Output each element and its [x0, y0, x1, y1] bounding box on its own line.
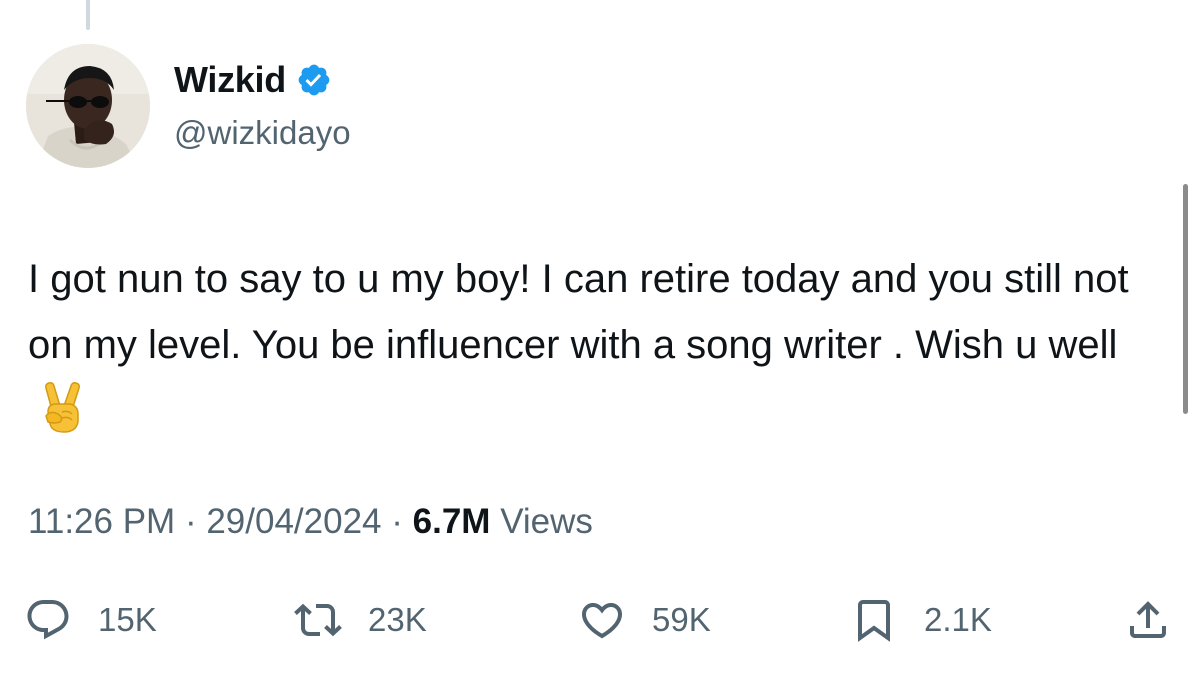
views-count[interactable]: 6.7M: [413, 502, 491, 541]
scrollbar[interactable]: [1183, 184, 1188, 414]
tweet-date[interactable]: 29/04/2024: [206, 502, 381, 541]
verified-badge-icon: [296, 62, 332, 98]
like-button[interactable]: 59K: [578, 592, 711, 648]
bookmark-icon: [858, 600, 890, 642]
share-icon: [1130, 601, 1166, 638]
tweet-text-content: I got nun to say to u my boy! I can reti…: [28, 257, 1129, 367]
reply-button[interactable]: 15K: [24, 592, 157, 648]
retweet-icon: [294, 603, 342, 637]
like-count: 59K: [652, 601, 711, 638]
bookmark-button[interactable]: 2.1K: [850, 592, 992, 648]
victory-hand-emoji-icon: [38, 382, 86, 434]
like-icon: [581, 603, 623, 639]
author-display-name[interactable]: Wizkid: [174, 59, 286, 101]
reply-count: 15K: [98, 601, 157, 638]
author-name-row: Wizkid: [174, 59, 351, 101]
tweet-text: I got nun to say to u my boy! I can reti…: [28, 246, 1168, 444]
tweet-time[interactable]: 11:26 PM: [28, 502, 175, 541]
retweet-button[interactable]: 23K: [294, 592, 427, 648]
avatar[interactable]: [26, 44, 150, 168]
views-label: Views: [500, 502, 593, 541]
author-block: Wizkid @wizkidayo: [174, 59, 351, 152]
bookmark-count: 2.1K: [924, 601, 992, 638]
tweet-card: Wizkid @wizkidayo I got nun to say to u …: [0, 0, 1200, 677]
author-handle[interactable]: @wizkidayo: [174, 114, 351, 152]
tweet-meta: 11:26 PM · 29/04/2024 · 6.7M Views: [28, 502, 593, 542]
share-button[interactable]: [1124, 592, 1172, 648]
avatar-photo: [26, 44, 150, 168]
reply-icon: [27, 600, 69, 640]
action-bar: 15K 23K 59K 2.1K: [24, 592, 1176, 648]
meta-separator: ·: [184, 502, 197, 541]
retweet-count: 23K: [368, 601, 427, 638]
meta-separator: ·: [391, 502, 403, 541]
thread-connector-line: [86, 0, 90, 30]
